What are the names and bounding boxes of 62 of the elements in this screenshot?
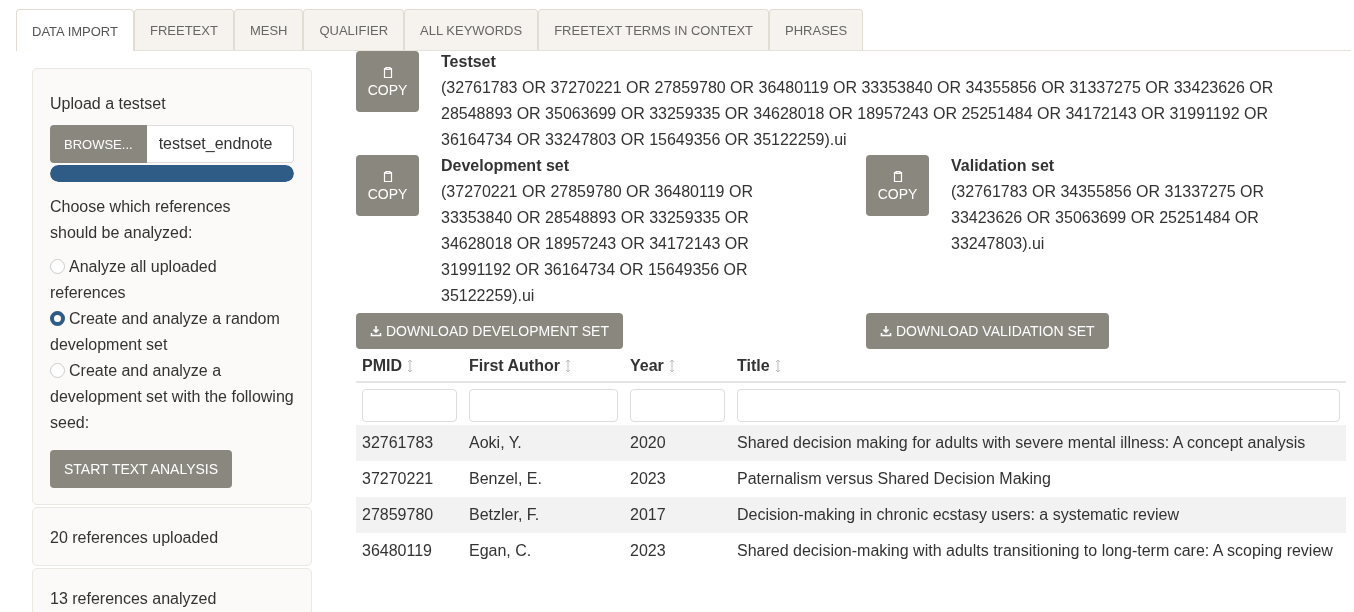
download-button[interactable]: DOWNLOAD DEVELOPMENT SET [356,313,623,349]
table-cell: 37270221 [356,461,463,497]
choice-label: Choose which references should be analyzed: [50,197,232,243]
download-icon [880,325,892,337]
table-cell: Egan, C. [463,533,624,569]
file-name-field[interactable]: testset_endnote [146,125,294,163]
tab[interactable]: DATA IMPORT [16,9,134,51]
table-cell: Betzler, F. [463,497,624,533]
copy-button[interactable]: COPY [356,155,419,216]
table-cell: 2023 [624,533,731,569]
set-title: Validation set [951,156,1056,176]
query-text: (37270221 OR 27859780 OR 36480119 OR 33353840 OR 28548893 OR 33259335 OR 34628018 OR 18957243 OR 34172143 OR 31991192 OR 36164734 OR 15649356 OR 35122259).ui [441,182,754,306]
table-cell: 32761783 [356,425,463,461]
column-header[interactable]: Year [630,357,675,375]
copy-button[interactable]: COPY [356,51,419,112]
sort-icon [774,359,781,373]
tab[interactable]: ALL KEYWORDS [404,9,539,50]
query-text: (32761783 OR 37270221 OR 27859780 OR 36480119 OR 33353840 OR 34355856 OR 31337275 OR 33423626 OR 28548893 OR 35063699 OR 33259335 OR 34628018 OR 18957243 OR 25251484 OR 34172143 OR 31991192 OR 36164734 OR 33247803 OR 15649356 OR 35122259).ui [441,78,1275,150]
download-icon [370,325,382,337]
table-cell: Paternalism versus Shared Decision Making [731,461,1346,497]
table-cell: 2020 [624,425,731,461]
set-title: Development set [441,156,571,176]
info-panel: 13 references analyzed [32,568,312,612]
filter-field[interactable] [362,389,457,422]
table-cell: Decision-making in chronic ecstasy users: a systematic review [731,497,1346,533]
radio-option[interactable]: Create and analyze a random development set [50,306,294,358]
filter-field[interactable] [737,389,1340,422]
radio-option[interactable]: Analyze all uploaded references [50,254,294,306]
upload-label: Upload a testset [50,94,167,114]
radio-button[interactable] [50,311,65,326]
table-cell: Benzel, E. [463,461,624,497]
tab[interactable]: QUALIFIER [303,9,405,50]
table-cell: Shared decision making for adults with severe mental illness: A concept analysis [731,425,1346,461]
column-header[interactable]: Title [737,357,781,375]
table-cell: 36480119 [356,533,463,569]
clipboard-icon [382,170,393,182]
tab[interactable]: FREETEXT [133,9,234,50]
info-panel: 20 references uploaded [32,507,312,566]
column-header[interactable]: First Author [469,357,571,375]
browse-button[interactable]: BROWSE... [50,125,147,163]
table-cell: 2023 [624,461,731,497]
table-cell: 2017 [624,497,731,533]
start-analysis-button[interactable]: START TEXT ANALYSIS [50,450,233,488]
table-cell: 27859780 [356,497,463,533]
sort-icon [407,359,413,373]
copy-button[interactable]: COPY [866,155,929,216]
sort-icon [564,359,571,373]
filter-field[interactable] [630,389,725,422]
table-cell: Aoki, Y. [463,425,624,461]
column-header[interactable]: PMID [362,357,413,375]
radio-option[interactable]: Create and analyze a development set with the following seed: [50,358,294,436]
query-text: (32761783 OR 34355856 OR 31337275 OR 33423626 OR 35063699 OR 25251484 OR 33247803).ui [951,182,1266,254]
table-cell: Shared decision-making with adults transitioning to long-term care: A scoping review [731,533,1346,569]
sort-icon [668,359,675,373]
clipboard-icon [892,170,903,182]
tab[interactable]: MESH [233,9,304,50]
tab[interactable]: PHRASES [769,9,864,50]
tab[interactable]: FREETEXT TERMS IN CONTEXT [538,9,770,50]
download-button[interactable]: DOWNLOAD VALIDATION SET [866,313,1109,349]
filter-field[interactable] [469,389,618,422]
clipboard-icon [382,66,393,78]
set-title: Testset [441,52,497,72]
